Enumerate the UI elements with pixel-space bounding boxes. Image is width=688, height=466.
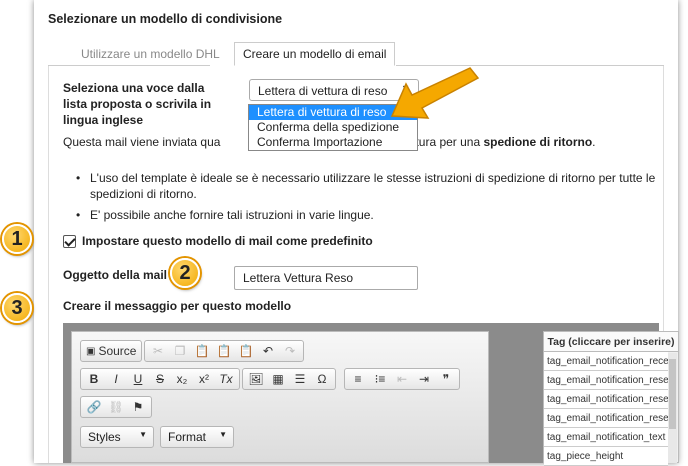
bold-button[interactable]: B xyxy=(83,369,105,389)
callout-arrow-icon xyxy=(390,67,480,119)
message-label: Creare il messaggio per questo modello xyxy=(63,299,292,313)
paste-icon[interactable]: 📋 xyxy=(191,341,213,361)
italic-button[interactable]: I xyxy=(105,369,127,389)
styles-caret-icon: ▼ xyxy=(139,430,147,439)
subject-label: Oggetto della mail xyxy=(63,268,168,282)
tag-panel: Tag (cliccare per inserire) tag_email_no… xyxy=(543,331,679,466)
strike-label: S xyxy=(155,372,164,386)
styles-label: Styles xyxy=(88,430,121,444)
tab-divider-left xyxy=(48,65,210,66)
blockquote-button[interactable]: ❞ xyxy=(435,369,457,389)
underline-button[interactable]: U xyxy=(127,369,149,389)
bulleted-list-icon[interactable]: ⁝≡ xyxy=(369,369,391,389)
table-icon[interactable]: ▦ xyxy=(267,369,289,389)
tag-item[interactable]: tag_piece_height xyxy=(544,447,668,466)
bullet-item: E' possibile anche fornire tali istruzio… xyxy=(76,207,666,223)
styles-dropdown[interactable]: Styles ▼ xyxy=(80,426,154,448)
special-char-button[interactable]: Ω xyxy=(311,369,333,389)
clipboard-toolbar: ✂ ❐ 📋 📋 📋 ↶ ↷ xyxy=(144,340,304,362)
copy-icon[interactable]: ❐ xyxy=(169,341,191,361)
default-template-checkbox[interactable] xyxy=(63,234,76,248)
tab-email-template[interactable]: Creare un modello di email xyxy=(234,42,396,66)
underline-label: U xyxy=(133,372,143,386)
tag-item[interactable]: tag_email_notification_reser xyxy=(544,409,668,428)
source-label: Source xyxy=(98,344,137,358)
numbered-list-icon[interactable]: ≡ xyxy=(347,369,369,389)
description-end: . xyxy=(592,135,596,149)
source-toolbar: ▣ Source xyxy=(80,340,143,362)
share-template-panel: Selezionare un modello di condivisione U… xyxy=(34,0,679,466)
tag-item[interactable]: tag_email_notification_text xyxy=(544,428,668,447)
undo-icon[interactable]: ↶ xyxy=(257,341,279,361)
tag-scrollbar-thumb[interactable] xyxy=(669,359,676,429)
tag-item[interactable]: tag_email_notification_recei xyxy=(544,352,668,371)
format-dropdown[interactable]: Format ▼ xyxy=(160,426,234,448)
source-icon: ▣ xyxy=(86,345,96,357)
format-label: Format xyxy=(168,430,207,444)
subject-input[interactable]: Lettera Vettura Reso xyxy=(234,266,418,290)
outdent-icon[interactable]: ⇤ xyxy=(391,369,413,389)
link-icon[interactable]: 🔗 xyxy=(83,397,105,417)
description-bold: spedione di ritorno xyxy=(483,135,593,149)
tag-panel-header: Tag (cliccare per inserire) xyxy=(544,332,678,352)
redo-icon[interactable]: ↷ xyxy=(279,341,301,361)
tag-item[interactable]: tag_email_notification_reser xyxy=(544,390,668,409)
list-toolbar: ≡ ⁝≡ ⇤ ⇥ ❞ xyxy=(344,368,460,390)
cut-icon[interactable]: ✂ xyxy=(147,341,169,361)
unlink-icon[interactable]: ⛓ xyxy=(105,397,127,417)
step-badge-3: 3 xyxy=(2,293,32,323)
template-select-label: Seleziona una voce dalla lista proposta … xyxy=(63,81,212,127)
template-select-value: Lettera di vettura di reso xyxy=(258,84,388,98)
superscript-button[interactable]: x² xyxy=(193,369,215,389)
bold-label: B xyxy=(89,372,99,386)
basic-styles-toolbar: B I U S x₂ x² Tx xyxy=(80,368,240,390)
default-template-row: Impostare questo modello di mail come pr… xyxy=(63,234,373,248)
italic-label: I xyxy=(114,372,118,386)
panel-title: Selezionare un modello di condivisione xyxy=(48,12,283,26)
paste-text-icon[interactable]: 📋 xyxy=(213,341,235,361)
default-template-label: Impostare questo modello di mail come pr… xyxy=(82,234,373,248)
strike-button[interactable]: S xyxy=(149,369,171,389)
tag-item[interactable]: tag_email_notification_reser xyxy=(544,371,668,390)
horizontal-line-icon[interactable]: ☰ xyxy=(289,369,311,389)
dropdown-option-import-confirmation[interactable]: Conferma Importazione xyxy=(249,135,417,150)
rich-text-editor: ▣Source ✂ ❐ 📋 📋 📋 ↶ ↷ B I U S x₂ x² Tx xyxy=(71,331,489,463)
message-editor-frame: ▣Source ✂ ❐ 📋 📋 📋 ↶ ↷ B I U S x₂ x² Tx xyxy=(63,323,679,466)
bullet-item: L'uso del template è ideale se è necessa… xyxy=(76,170,666,202)
anchor-flag-icon[interactable]: ⚑ xyxy=(127,397,149,417)
insert-toolbar: 🖼 ▦ ☰ Ω xyxy=(242,368,336,390)
image-icon[interactable]: 🖼 xyxy=(245,369,267,389)
step-badge-1: 1 xyxy=(2,224,32,254)
description-prefix: Questa mail viene inviata qua xyxy=(63,135,221,149)
tab-dhl-template[interactable]: Utilizzare un modello DHL xyxy=(72,42,229,66)
tag-scrollbar[interactable] xyxy=(668,353,677,463)
indent-icon[interactable]: ⇥ xyxy=(413,369,435,389)
remove-format-button[interactable]: Tx xyxy=(215,369,237,389)
paste-word-icon[interactable]: 📋 xyxy=(235,341,257,361)
format-caret-icon: ▼ xyxy=(219,430,227,439)
info-bullet-list: L'uso del template è ideale se è necessa… xyxy=(76,170,666,228)
subscript-button[interactable]: x₂ xyxy=(171,369,193,389)
link-toolbar: 🔗 ⛓ ⚑ xyxy=(80,396,152,418)
step-badge-2: 2 xyxy=(170,258,200,288)
source-button[interactable]: ▣ Source xyxy=(83,341,139,361)
